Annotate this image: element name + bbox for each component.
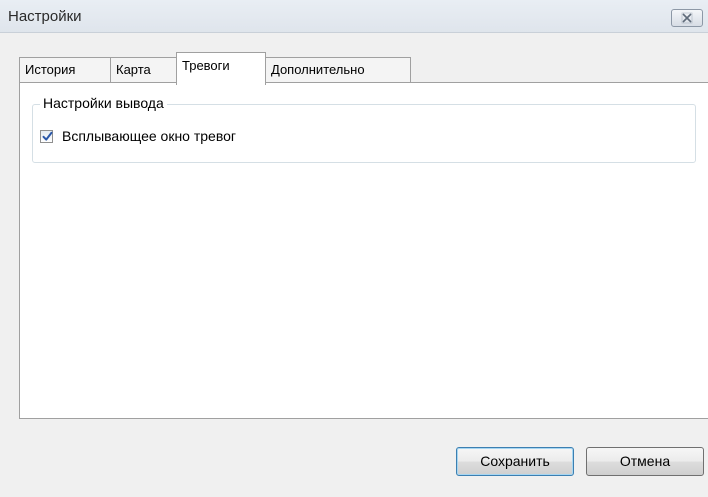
popup-window-checkbox-label[interactable]: Всплывающее окно тревог	[62, 128, 236, 144]
checkmark-icon	[42, 131, 53, 141]
tab-history-label: История	[25, 62, 76, 77]
tab-additional[interactable]: Дополнительно	[265, 57, 411, 83]
tab-additional-label: Дополнительно	[271, 62, 365, 77]
group-title: Настройки вывода	[40, 95, 167, 111]
title-bar[interactable]: Настройки	[0, 0, 708, 33]
tab-map[interactable]: Карта	[110, 57, 177, 83]
popup-window-checkbox-row[interactable]: Всплывающее окно тревог	[40, 127, 236, 145]
popup-window-checkbox[interactable]	[40, 129, 53, 143]
settings-dialog: Настройки История Карта Тревоги Дополнит…	[0, 0, 708, 497]
close-icon	[681, 12, 693, 24]
cancel-button[interactable]: Отмена	[586, 447, 704, 476]
tab-history[interactable]: История	[19, 57, 111, 83]
close-button[interactable]	[671, 9, 703, 27]
output-settings-group: Настройки вывода Всплывающее окно тревог	[32, 95, 696, 163]
tab-alarms-label: Тревоги	[182, 58, 230, 73]
alarms-tab-panel: Настройки вывода Всплывающее окно тревог	[19, 82, 708, 419]
window-title: Настройки	[8, 8, 82, 25]
tab-alarms[interactable]: Тревоги	[176, 52, 266, 85]
save-button[interactable]: Сохранить	[456, 447, 574, 476]
tab-map-label: Карта	[116, 62, 151, 77]
